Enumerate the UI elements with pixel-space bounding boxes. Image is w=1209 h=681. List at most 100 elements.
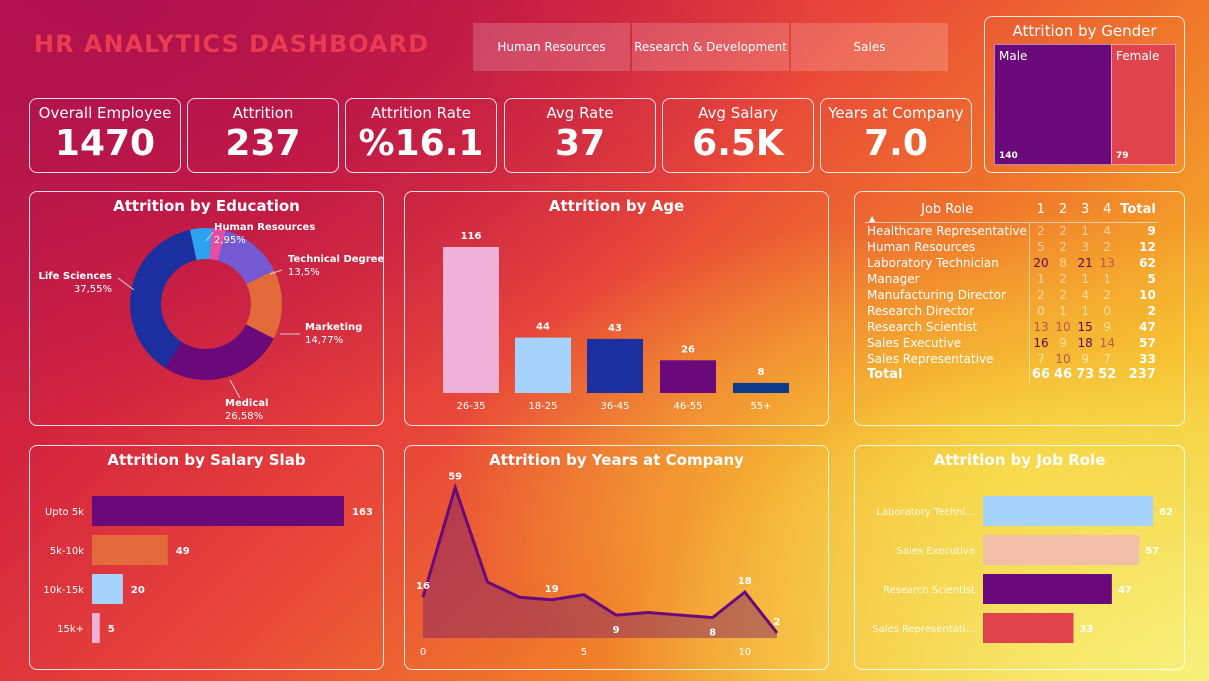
header-4[interactable]: 4 <box>1096 200 1119 223</box>
department-slicer: Human Resources Research & Development S… <box>473 23 948 71</box>
total-cell: 12 <box>1139 240 1156 254</box>
kpi-label: Avg Salary <box>698 104 778 122</box>
value-cell: 2 <box>1059 272 1067 286</box>
age-bar-chart: 116 26-35 44 18-25 43 36-45 26 46-55 8 55+ <box>443 231 789 412</box>
years-tick-label: 5 <box>581 647 587 658</box>
age-tick-label: 36-45 <box>600 401 629 412</box>
tab-human-resources[interactable]: Human Resources <box>473 23 630 71</box>
kpi-attrition: Attrition 237 <box>187 98 339 173</box>
total-cell: 57 <box>1139 336 1156 350</box>
salary-bar[interactable] <box>92 574 123 604</box>
value-cell: 0 <box>1037 304 1045 318</box>
jobrole-bar[interactable] <box>983 574 1112 604</box>
value-cell: 2 <box>1103 288 1112 302</box>
donut-slice[interactable] <box>164 324 274 380</box>
value-cell: 2 <box>1103 240 1112 254</box>
value-cell: 73 <box>1076 367 1095 382</box>
slice-percent-label: 26,58% <box>225 411 263 422</box>
salary-bar-value: 163 <box>352 507 373 518</box>
kpi-value: 7.0 <box>864 123 928 164</box>
header-3[interactable]: 3 <box>1074 200 1097 223</box>
table-row[interactable]: Sales Executive 16 9 18 14 57 <box>865 335 1158 351</box>
kpi-avg-rate: Avg Rate 37 <box>504 98 656 173</box>
value-cell: 1 <box>1081 272 1089 286</box>
salary-bar[interactable] <box>92 535 168 565</box>
job-role-cell: Laboratory Technician <box>865 255 1030 271</box>
table-row[interactable]: Research Director 0 1 1 0 2 <box>865 303 1158 319</box>
header-job-role[interactable]: Job Role <box>865 200 1030 223</box>
jobrole-title: Attrition by Job Role <box>933 451 1106 469</box>
years-point-label: 9 <box>613 625 620 636</box>
value-cell: 3 <box>1081 240 1089 254</box>
table-row[interactable]: Human Resources 5 2 3 2 12 <box>865 239 1158 255</box>
leader-line <box>229 379 241 399</box>
years-point-label: 2 <box>774 617 781 628</box>
slice-percent-label: 2,95% <box>214 235 246 246</box>
jobrole-bar[interactable] <box>983 535 1140 565</box>
kpi-label: Attrition Rate <box>371 104 471 122</box>
value-cell: 15 <box>1077 320 1093 334</box>
age-tick-label: 18-25 <box>528 401 557 412</box>
job-role-cell: Research Scientist <box>865 319 1030 335</box>
years-title: Attrition by Years at Company <box>489 451 744 469</box>
slice-category-label: Life Sciences <box>38 271 112 282</box>
jobrole-panel: Attrition by Job Role Laboratory Techni.… <box>854 445 1185 670</box>
jobrole-table-panel: ▲ Job Role 1 2 3 4 Total Healthcare Repr… <box>854 191 1185 426</box>
jobrole-category-label: Sales Representati... <box>872 624 975 635</box>
years-tick-label: 10 <box>738 647 751 658</box>
education-title: Attrition by Education <box>113 197 300 215</box>
tab-research-development[interactable]: Research & Development <box>632 23 789 71</box>
total-cell: 9 <box>1147 224 1156 238</box>
job-role-cell: Manager <box>865 271 1030 287</box>
total-cell: 2 <box>1147 304 1156 318</box>
table-row[interactable]: Healthcare Representative 2 2 1 4 9 <box>865 222 1158 239</box>
value-cell: 2 <box>1059 288 1067 302</box>
age-bar[interactable] <box>515 337 571 393</box>
value-cell: 16 <box>1033 336 1049 350</box>
jobrole-matrix-table: Job Role 1 2 3 4 Total Healthcare Repres… <box>865 200 1158 383</box>
value-cell: 5 <box>1037 240 1045 254</box>
value-cell: 20 <box>1033 256 1049 270</box>
value-cell: 10 <box>1055 320 1071 334</box>
value-cell: 4 <box>1103 224 1112 238</box>
kpi-label: Avg Rate <box>546 104 614 122</box>
age-bar[interactable] <box>443 247 499 393</box>
table-row[interactable]: Laboratory Technician 20 8 21 13 62 <box>865 255 1158 271</box>
header-total[interactable]: Total <box>1118 200 1158 223</box>
jobrole-bar-value: 47 <box>1118 585 1132 596</box>
value-cell: 1 <box>1103 272 1112 286</box>
salary-bar[interactable] <box>92 613 100 643</box>
jobrole-bar[interactable] <box>983 496 1153 526</box>
gender-male-tile[interactable]: Male 140 <box>994 44 1112 165</box>
male-label: Male <box>999 49 1028 63</box>
salary-bar[interactable] <box>92 496 344 526</box>
age-tick-label: 26-35 <box>456 401 485 412</box>
value-cell: 1 <box>1037 272 1045 286</box>
age-bar[interactable] <box>587 338 643 393</box>
jobrole-bar[interactable] <box>983 613 1074 643</box>
header-2[interactable]: 2 <box>1052 200 1075 223</box>
jobrole-category-label: Sales Executive <box>897 546 975 557</box>
gender-title: Attrition by Gender <box>1012 22 1157 40</box>
age-tick-label: 55+ <box>750 401 771 412</box>
total-cell: 62 <box>1139 256 1156 270</box>
gender-female-tile[interactable]: Female 79 <box>1111 44 1176 165</box>
kpi-value: 237 <box>225 123 301 164</box>
table-row[interactable]: Research Scientist 13 10 15 9 47 <box>865 319 1158 335</box>
header-1[interactable]: 1 <box>1029 200 1052 223</box>
age-bar[interactable] <box>733 382 789 393</box>
table-row[interactable]: Manager 1 2 1 1 5 <box>865 271 1158 287</box>
salary-title: Attrition by Salary Slab <box>107 451 306 469</box>
value-cell: 52 <box>1098 367 1117 382</box>
salary-category-label: 5k-10k <box>50 546 84 557</box>
female-value: 79 <box>1116 151 1129 161</box>
table-row[interactable]: Manufacturing Director 2 2 4 2 10 <box>865 287 1158 303</box>
education-donut-chart: Human Resources 2,95% Technical Degree 13,5… <box>38 222 383 422</box>
table-total-row[interactable]: Total 66 46 73 52 237 <box>865 367 1158 383</box>
age-bar[interactable] <box>660 360 716 393</box>
kpi-value: 1470 <box>54 123 156 164</box>
kpi-value: %16.1 <box>358 123 484 164</box>
table-row[interactable]: Sales Representative 7 10 9 7 33 <box>865 351 1158 367</box>
value-cell: 66 <box>1031 367 1050 382</box>
tab-sales[interactable]: Sales <box>791 23 948 71</box>
